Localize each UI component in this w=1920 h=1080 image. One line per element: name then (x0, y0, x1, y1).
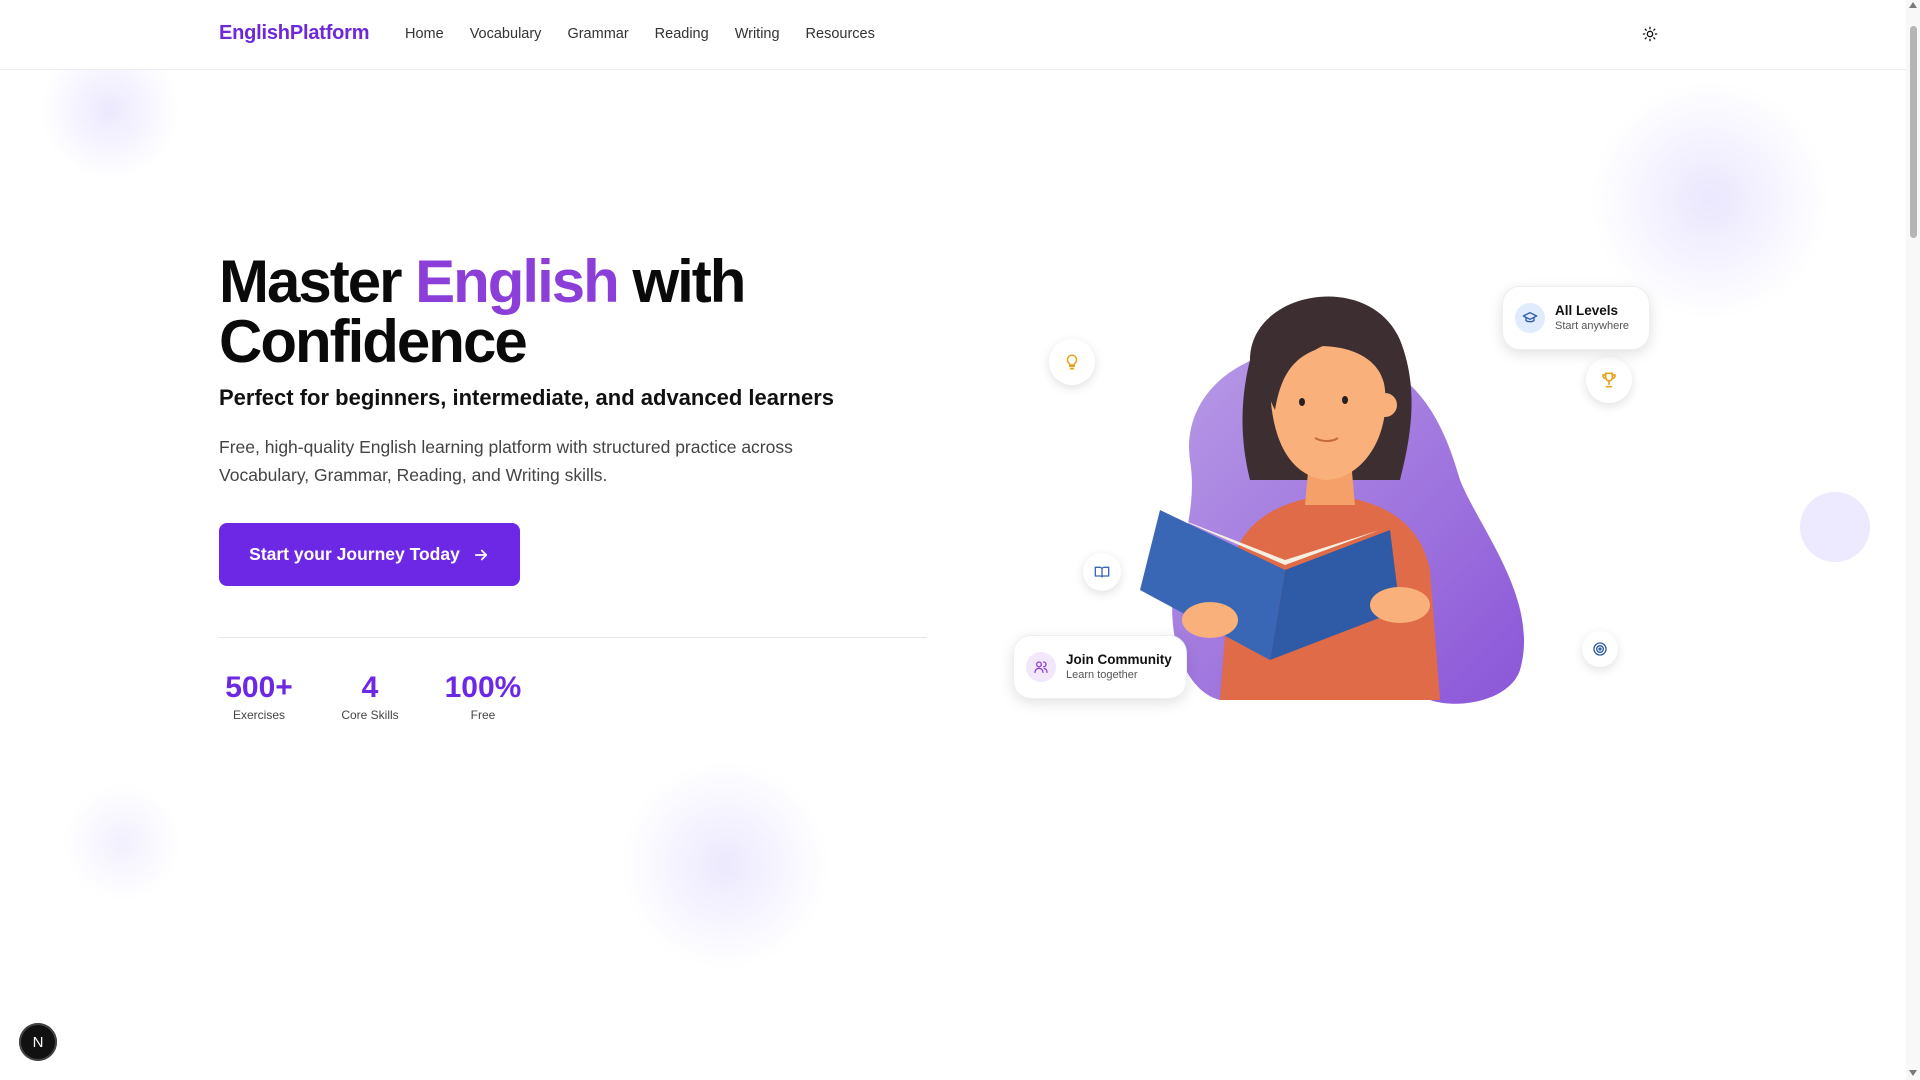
main-nav: Home Vocabulary Grammar Reading Writing … (405, 26, 901, 42)
scrollbar[interactable] (1906, 0, 1920, 1080)
card-subtitle: Start anywhere (1555, 320, 1629, 332)
hero-title: Master English with Confidence (219, 248, 746, 375)
book-open-icon (1083, 553, 1121, 591)
card-title: All Levels (1555, 303, 1619, 318)
stat-core-skills: 4 Core Skills (338, 670, 402, 722)
logo[interactable]: EnglishPlatform (219, 22, 370, 45)
decorative-blob (1800, 492, 1870, 562)
stat-label: Core Skills (341, 708, 399, 722)
stat-value: 4 (361, 671, 379, 704)
all-levels-card: All Levels Start anywhere (1502, 286, 1650, 350)
stat-value: 100% (444, 671, 522, 704)
stat-value: 500+ (225, 671, 293, 704)
sun-icon (1642, 26, 1658, 42)
stat-exercises: 500+ Exercises (219, 670, 299, 722)
nav-reading[interactable]: Reading (655, 26, 709, 42)
users-icon (1026, 652, 1056, 682)
nextjs-dev-badge[interactable]: N (19, 1023, 57, 1061)
stat-label: Free (470, 708, 496, 722)
trophy-icon (1586, 357, 1632, 403)
graduation-cap-icon (1515, 303, 1545, 333)
theme-toggle-button[interactable] (1638, 22, 1662, 46)
cta-label: Start your Journey Today (249, 544, 460, 564)
card-subtitle: Learn together (1066, 669, 1138, 681)
lightbulb-icon (1049, 339, 1095, 385)
decorative-blob (620, 760, 830, 970)
nav-writing[interactable]: Writing (735, 26, 780, 42)
join-community-card: Join Community Learn together (1013, 635, 1187, 699)
hero-subtitle: Perfect for beginners, intermediate, and… (219, 385, 834, 410)
arrow-right-icon (474, 549, 487, 560)
stat-label: Exercises (232, 708, 285, 722)
nav-resources[interactable]: Resources (806, 26, 875, 42)
nav-grammar[interactable]: Grammar (567, 26, 628, 42)
start-journey-button[interactable]: Start your Journey Today (219, 523, 520, 586)
hero-title-accent: English (415, 248, 620, 315)
decorative-blob (1590, 80, 1830, 320)
target-icon (1582, 631, 1618, 667)
divider (219, 637, 927, 638)
site-header: EnglishPlatform Home Vocabulary Grammar … (0, 0, 1906, 70)
nav-vocabulary[interactable]: Vocabulary (470, 26, 542, 42)
scroll-thumb[interactable] (1910, 26, 1917, 238)
hero-description: Free, high-quality English learning plat… (219, 437, 793, 485)
scroll-down-arrow-icon[interactable] (1909, 1070, 1917, 1076)
stat-free: 100% Free (443, 670, 523, 722)
scroll-up-arrow-icon[interactable] (1909, 2, 1917, 8)
card-title: Join Community (1066, 652, 1172, 667)
decorative-blob (65, 785, 180, 900)
nav-home[interactable]: Home (405, 26, 444, 42)
